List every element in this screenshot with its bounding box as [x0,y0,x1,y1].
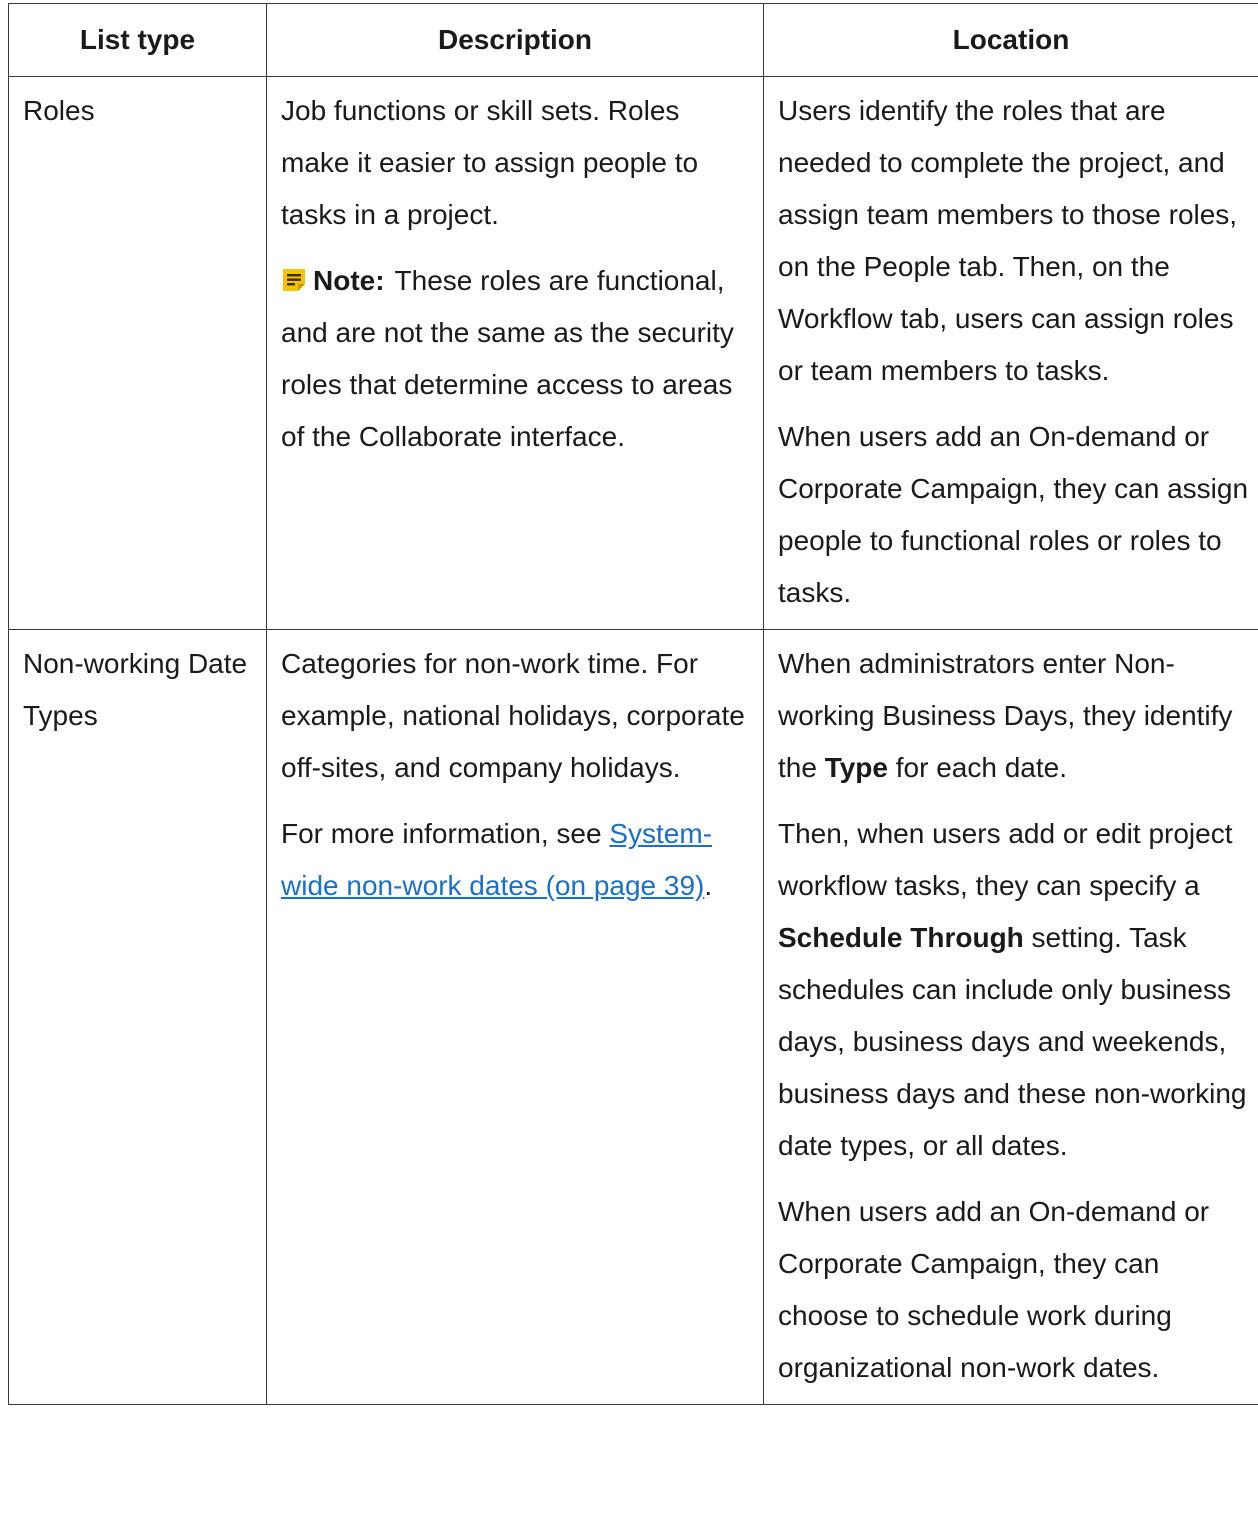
location-text: Users identify the roles that are needed… [778,95,1238,386]
list-type-label: Non-working Date Types [23,648,248,731]
location-text-part: setting. Task schedules can include only… [778,922,1247,1161]
cell-list-type: Roles [8,76,267,630]
list-types-table: List type Description Location Roles Job… [8,3,1258,1405]
header-description: Description [266,3,764,77]
location-text: When administrators enter Non-working Bu… [778,638,1250,794]
description-more-info: For more information, see System-wide no… [281,808,755,912]
more-info-suffix: . [704,870,713,901]
more-info-prefix: For more information, see [281,818,610,849]
location-text-part: for each date. [887,752,1067,783]
description-text: Categories for non-work time. For exampl… [281,648,745,783]
header-list-type: List type [8,3,267,77]
description-text: Job functions or skill sets. Roles make … [281,95,699,230]
cell-description: Categories for non-work time. For exampl… [266,629,764,1405]
note: Note: These roles are functional, and are… [281,255,755,463]
table-header-row: List type Description Location [8,3,1258,77]
type-term: Type [824,752,888,783]
cell-description: Job functions or skill sets. Roles make … [266,76,764,630]
location-text-part: Then, when users add or edit project wor… [778,818,1233,901]
location-text: When users add an On-demand or Corporate… [778,1196,1210,1383]
table-row: Roles Job functions or skill sets. Roles… [8,76,1258,630]
note-label: Note: [313,265,385,296]
note-icon [281,258,307,291]
schedule-through-term: Schedule Through [778,922,1024,953]
location-text: Then, when users add or edit project wor… [778,808,1250,1172]
table-row: Non-working Date Types Categories for no… [8,629,1258,1405]
location-text: When users add an On-demand or Corporate… [778,421,1249,608]
cell-location: When administrators enter Non-working Bu… [763,629,1258,1405]
cell-list-type: Non-working Date Types [8,629,267,1405]
header-location: Location [763,3,1258,77]
cell-location: Users identify the roles that are needed… [763,76,1258,630]
list-type-label: Roles [23,95,95,126]
